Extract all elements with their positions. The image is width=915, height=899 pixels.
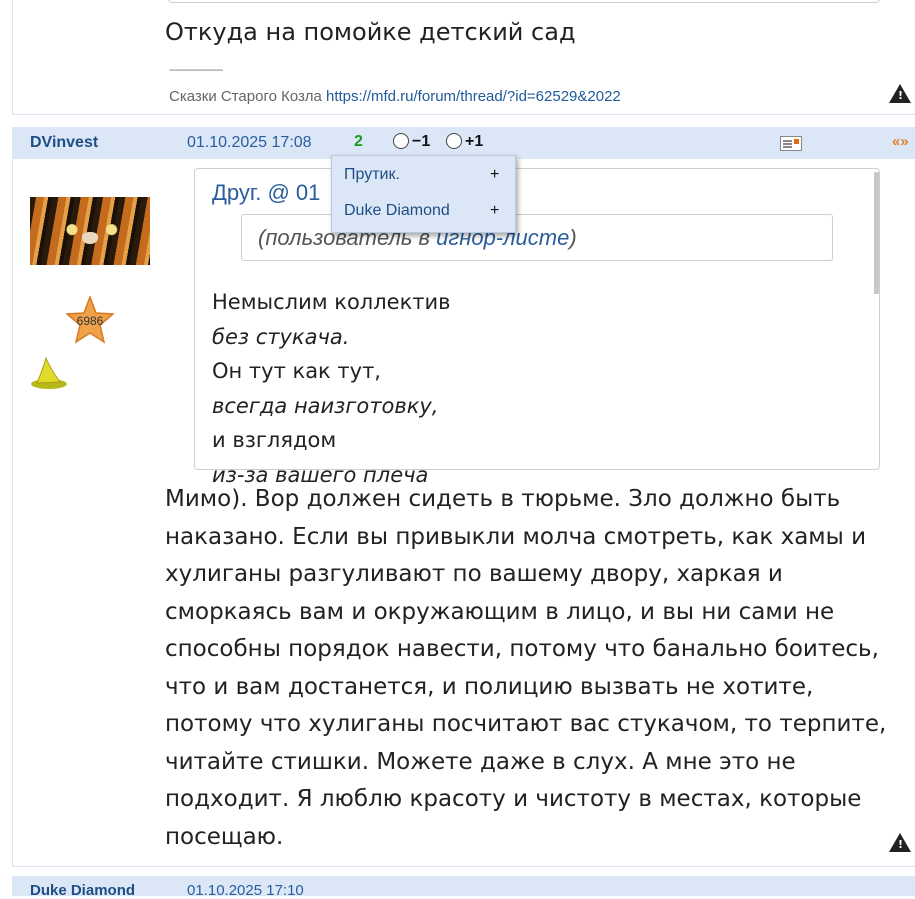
rating-value: 6986 <box>76 314 104 328</box>
poem-line: Немыслим коллектив <box>212 290 451 314</box>
voter-vote: + <box>490 166 500 183</box>
voter-name[interactable]: Duke Diamond <box>344 202 450 220</box>
wizard-hat-icon <box>30 356 68 390</box>
post-text-line: подходит. Я люблю красоту и чистоту в ме… <box>165 786 862 812</box>
signature-link[interactable]: https://mfd.ru/forum/thread/?id=62529&20… <box>326 88 621 105</box>
poem-line: всегда наизготовку, <box>212 393 439 418</box>
post-text-line: что и вам достанется, и полицию вызвать … <box>165 673 814 700</box>
next-post-header: Duke Diamond 01.10.2025 17:10 <box>12 876 915 899</box>
warning-icon[interactable]: ! <box>889 84 911 103</box>
voter-name[interactable]: Прутик. <box>344 166 400 184</box>
avatar-detail <box>82 232 98 244</box>
post-text-line: наказано. Если вы привыкли молча смотрет… <box>165 523 867 550</box>
quote-nav-link[interactable]: «» <box>892 133 909 150</box>
post-text-line: читайте стишки. Можете даже в слух. А мн… <box>165 748 796 775</box>
private-message-icon[interactable] <box>780 136 802 151</box>
post-datetime[interactable]: 01.10.2025 17:08 <box>187 134 312 152</box>
post-text-line: Мимо). Вор должен сидеть в тюрьме. Зло д… <box>165 486 841 512</box>
signature: Сказки Старого Козла https://mfd.ru/foru… <box>169 88 621 105</box>
vote-minus-label: −1 <box>412 133 431 150</box>
vote-plus-label: +1 <box>465 133 484 150</box>
vote-plus-option[interactable]: +1 <box>446 133 483 151</box>
star-rating-icon: 6986 <box>66 296 114 346</box>
signature-divider: -------------------- <box>169 64 223 76</box>
previous-quote-box-edge <box>168 0 880 3</box>
vote-plus-radio[interactable] <box>446 133 462 149</box>
poem-line: без стукача. <box>212 324 350 349</box>
poem-line: и взглядом <box>212 428 337 452</box>
next-post-datetime[interactable]: 01.10.2025 17:10 <box>187 882 304 899</box>
quote-scrollbar[interactable] <box>874 172 879 294</box>
vote-minus-option[interactable]: −1 <box>393 133 430 151</box>
post-text-line: сморкаясь вам и окружающим в лицо, и вы … <box>165 598 835 625</box>
post-text-line: потому что хулиганы посчитают вас стукач… <box>165 711 887 737</box>
post-text: Мимо). Вор должен сидеть в тюрьме. Зло д… <box>165 481 910 856</box>
quote-title[interactable]: Друг. @ 01 <box>212 180 320 206</box>
previous-post-text: Откуда на помойке детский сад <box>165 18 576 46</box>
vote-count[interactable]: 2 <box>354 133 363 151</box>
warning-icon[interactable]: ! <box>889 833 911 852</box>
voters-popup: Прутик. + Duke Diamond + <box>331 155 516 233</box>
next-post-author[interactable]: Duke Diamond <box>30 882 135 899</box>
poem-line: Он тут как тут, <box>212 359 381 383</box>
signature-text: Сказки Старого Козла <box>169 88 322 105</box>
quote-box-bottom-edge <box>195 458 877 468</box>
vote-minus-radio[interactable] <box>393 133 409 149</box>
post-author[interactable]: DVinvest <box>30 134 98 152</box>
avatar[interactable] <box>30 197 150 265</box>
voter-vote: + <box>490 202 500 219</box>
post-text-line: хулиганы разгуливают по вашему двору, ха… <box>165 561 783 587</box>
post-text-line: посещаю. <box>165 823 284 850</box>
post-text-line: способны порядок навести, потому что бан… <box>165 636 879 662</box>
